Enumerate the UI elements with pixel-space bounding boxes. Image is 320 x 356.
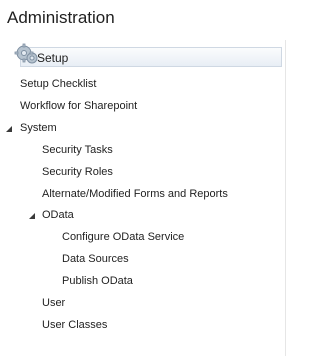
tree-item[interactable]: OData (42, 208, 74, 222)
tree-item[interactable]: System (20, 121, 57, 135)
setup-label: Setup (37, 51, 69, 65)
tree-item[interactable]: Security Tasks (42, 143, 113, 157)
pane-title: Administration (7, 8, 115, 27)
tree-item[interactable]: Data Sources (62, 252, 129, 266)
tree-item[interactable]: Alternate/Modified Forms and Reports (42, 187, 228, 201)
tree-item[interactable]: Configure OData Service (62, 230, 184, 244)
expander-icon[interactable] (5, 125, 13, 133)
tree-item[interactable]: Publish OData (62, 274, 133, 288)
expander-icon[interactable] (28, 212, 36, 220)
tree-item[interactable]: Security Roles (42, 165, 113, 179)
pane-header: Administration (0, 0, 286, 40)
tree-item[interactable]: User Classes (42, 318, 107, 332)
navigation-pane: Administration Setup Setup Checklist Work… (0, 0, 286, 356)
tree-item[interactable]: User (42, 296, 65, 310)
tree-item[interactable]: Setup Checklist (20, 77, 96, 91)
tree-item[interactable]: Workflow for Sharepoint (20, 99, 137, 113)
